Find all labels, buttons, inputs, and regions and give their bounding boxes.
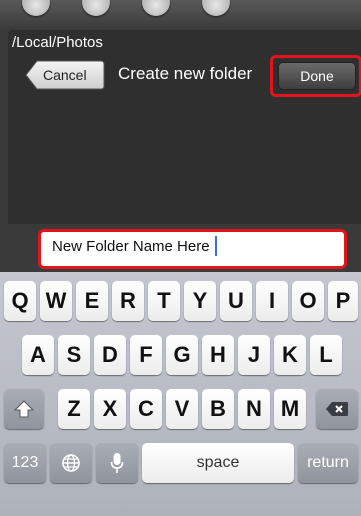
key-u[interactable]: U	[220, 281, 252, 321]
folder-name-input[interactable]: New Folder Name Here	[52, 238, 210, 255]
key-z[interactable]: Z	[58, 389, 90, 429]
shift-arrow-icon	[13, 400, 35, 418]
key-g[interactable]: G	[166, 335, 198, 375]
space-key[interactable]: space	[142, 443, 294, 483]
key-j[interactable]: J	[238, 335, 270, 375]
key-b[interactable]: B	[202, 389, 234, 429]
create-folder-dialog: /Local/Photos Cancel Create new folder D…	[8, 30, 361, 224]
toolbar-icon-4[interactable]	[202, 0, 230, 16]
key-v[interactable]: V	[166, 389, 198, 429]
return-key[interactable]: return	[298, 443, 358, 483]
numbers-key[interactable]: 123	[4, 443, 46, 483]
key-t[interactable]: T	[148, 281, 180, 321]
key-l[interactable]: L	[310, 335, 342, 375]
key-m[interactable]: M	[274, 389, 306, 429]
dictation-key[interactable]	[96, 443, 138, 483]
key-n[interactable]: N	[238, 389, 270, 429]
toolbar-icon-2[interactable]	[82, 0, 110, 16]
backspace-icon	[326, 402, 348, 416]
top-toolbar	[0, 0, 361, 30]
toolbar-icon-1[interactable]	[22, 0, 50, 16]
key-q[interactable]: Q	[4, 281, 36, 321]
key-r[interactable]: R	[112, 281, 144, 321]
dialog-title: Create new folder	[118, 64, 253, 83]
key-e[interactable]: E	[76, 281, 108, 321]
microphone-icon	[110, 453, 124, 473]
shift-key[interactable]	[4, 389, 44, 429]
key-d[interactable]: D	[94, 335, 126, 375]
globe-icon	[62, 454, 80, 472]
key-c[interactable]: C	[130, 389, 162, 429]
path-label: /Local/Photos	[12, 34, 103, 51]
cancel-button[interactable]: Cancel	[25, 60, 105, 90]
key-o[interactable]: O	[292, 281, 324, 321]
key-a[interactable]: A	[22, 335, 54, 375]
key-h[interactable]: H	[202, 335, 234, 375]
on-screen-keyboard: Q W E R T Y U I O P A S D F G H J K L Z …	[0, 272, 361, 516]
done-button[interactable]: Done	[278, 62, 356, 90]
key-s[interactable]: S	[58, 335, 90, 375]
key-k[interactable]: K	[274, 335, 306, 375]
text-caret	[215, 236, 217, 256]
globe-key[interactable]	[50, 443, 92, 483]
key-y[interactable]: Y	[184, 281, 216, 321]
backspace-key[interactable]	[316, 389, 358, 429]
cancel-button-label: Cancel	[43, 67, 87, 83]
key-f[interactable]: F	[130, 335, 162, 375]
key-w[interactable]: W	[40, 281, 72, 321]
key-x[interactable]: X	[94, 389, 126, 429]
toolbar-icon-3[interactable]	[142, 0, 170, 16]
key-p[interactable]: P	[328, 281, 358, 321]
key-i[interactable]: I	[256, 281, 288, 321]
